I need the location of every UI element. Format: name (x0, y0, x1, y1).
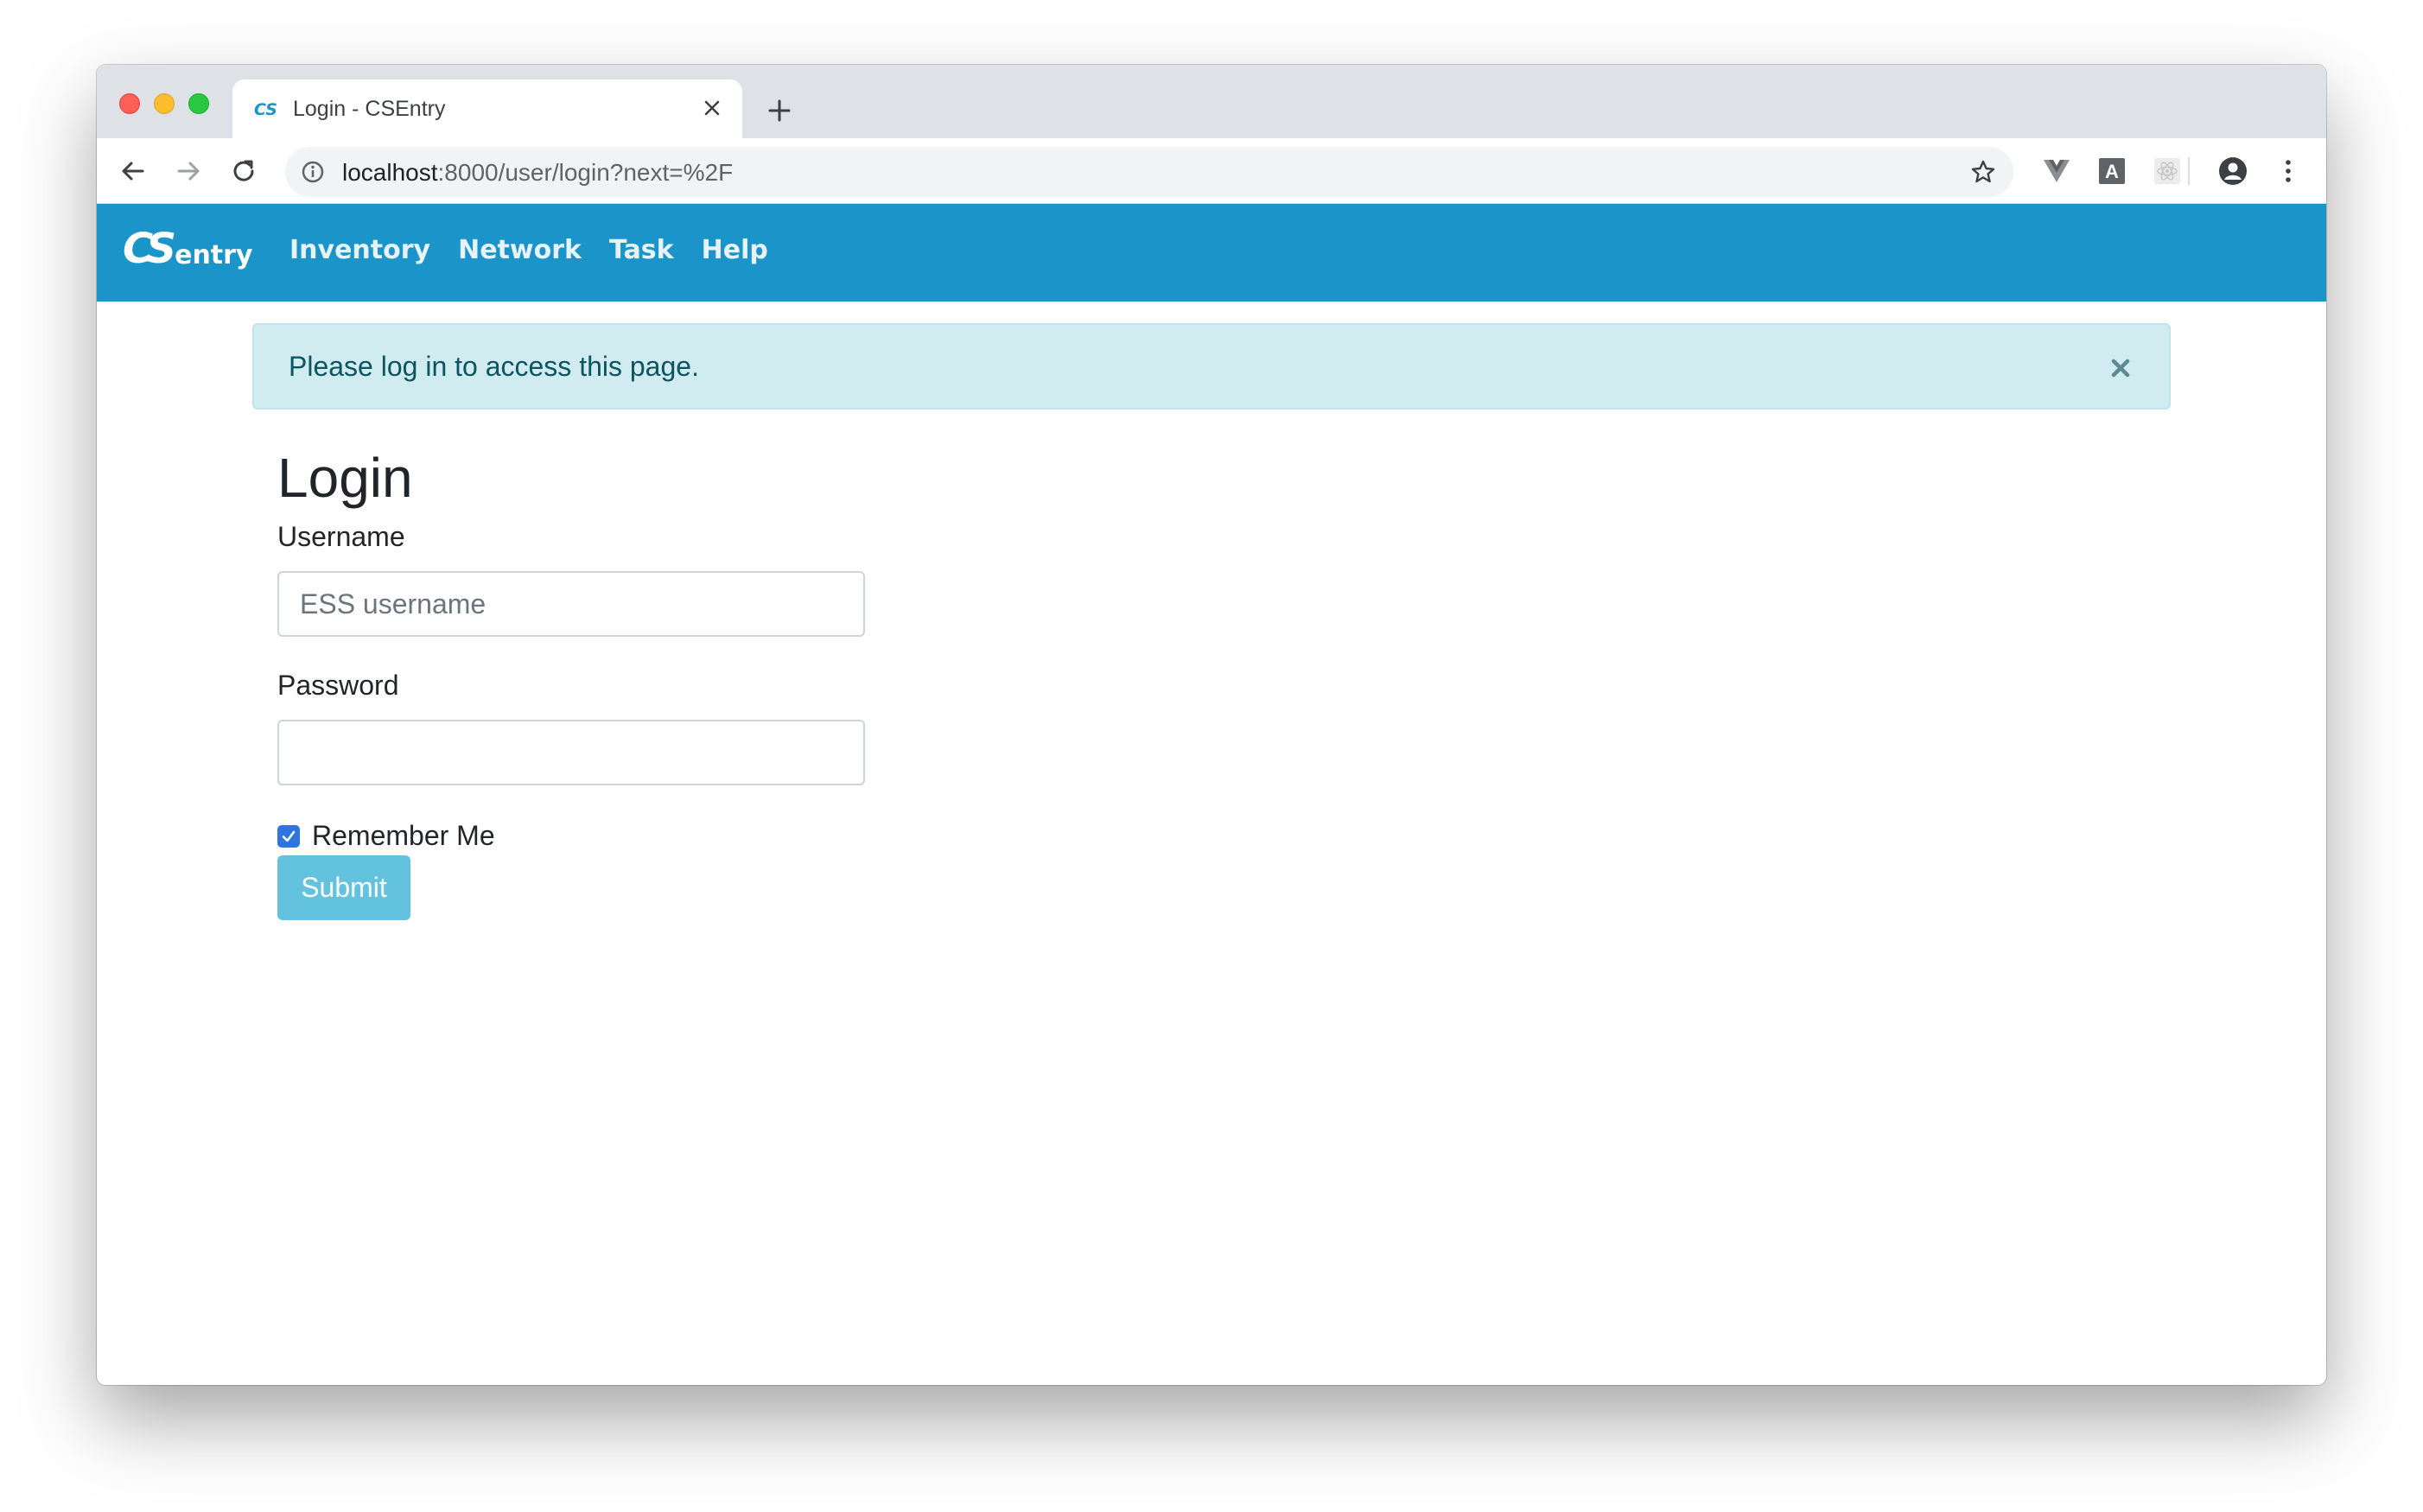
minimize-window-button[interactable] (154, 93, 175, 114)
svg-text:A: A (2105, 161, 2119, 182)
app-navbar: CS entry Inventory Network Task Help (97, 204, 2326, 302)
nav-inventory[interactable]: Inventory (289, 233, 430, 268)
page-title: Login (277, 447, 413, 509)
address-bar[interactable]: localhost:8000/user/login?next=%2F (285, 147, 2013, 197)
remember-me-label: Remember Me (312, 820, 495, 851)
url-host: localhost (342, 159, 438, 186)
username-label: Username (277, 521, 405, 552)
csentry-favicon-icon: CS (253, 98, 283, 119)
back-arrow-icon[interactable] (114, 152, 152, 190)
nav-help[interactable]: Help (702, 233, 768, 268)
info-alert: Please log in to access this page. (252, 323, 2171, 410)
react-devtools-icon[interactable] (2152, 156, 2183, 187)
logo-entry: entry (175, 240, 253, 270)
submit-button[interactable]: Submit (277, 855, 410, 920)
close-window-button[interactable] (119, 93, 140, 114)
tab-close-icon[interactable] (697, 93, 727, 123)
a-extension-icon[interactable]: A (2096, 156, 2127, 187)
remember-me-checkbox[interactable] (277, 824, 300, 848)
main-nav: Inventory Network Task Help (289, 233, 768, 268)
tab-strip: CS Login - CSEntry (97, 65, 2326, 138)
alert-close-icon[interactable] (2107, 354, 2134, 382)
site-info-icon[interactable] (299, 158, 327, 186)
tab-title: Login - CSEntry (293, 97, 446, 121)
csentry-logo[interactable]: CS entry (123, 223, 253, 275)
new-tab-icon[interactable] (762, 93, 797, 128)
url-text[interactable]: localhost:8000/user/login?next=%2F (342, 159, 733, 187)
password-input[interactable] (277, 720, 865, 785)
maximize-window-button[interactable] (188, 93, 209, 114)
nav-task[interactable]: Task (609, 233, 674, 268)
password-label: Password (277, 670, 399, 701)
username-input[interactable] (277, 571, 865, 637)
remember-me-row[interactable]: Remember Me (277, 820, 495, 852)
browser-window: CS Login - CSEntry localhost:8000/user/l… (97, 65, 2326, 1385)
browser-toolbar: localhost:8000/user/login?next=%2F A (97, 138, 2326, 204)
forward-arrow-icon[interactable] (169, 152, 207, 190)
vue-devtools-icon[interactable] (2041, 156, 2072, 187)
nav-network[interactable]: Network (458, 233, 582, 268)
bookmark-star-icon[interactable] (1968, 157, 1998, 187)
logo-cs: CS (123, 225, 176, 273)
reload-icon[interactable] (225, 152, 263, 190)
toolbar-separator (2188, 157, 2190, 185)
profile-avatar-icon[interactable] (2217, 156, 2248, 187)
alert-message: Please log in to access this page. (289, 351, 699, 382)
svg-text:CS: CS (254, 100, 277, 118)
browser-menu-icon[interactable] (2273, 156, 2304, 187)
url-path: :8000/user/login?next=%2F (437, 159, 734, 186)
browser-tab[interactable]: CS Login - CSEntry (232, 79, 742, 138)
